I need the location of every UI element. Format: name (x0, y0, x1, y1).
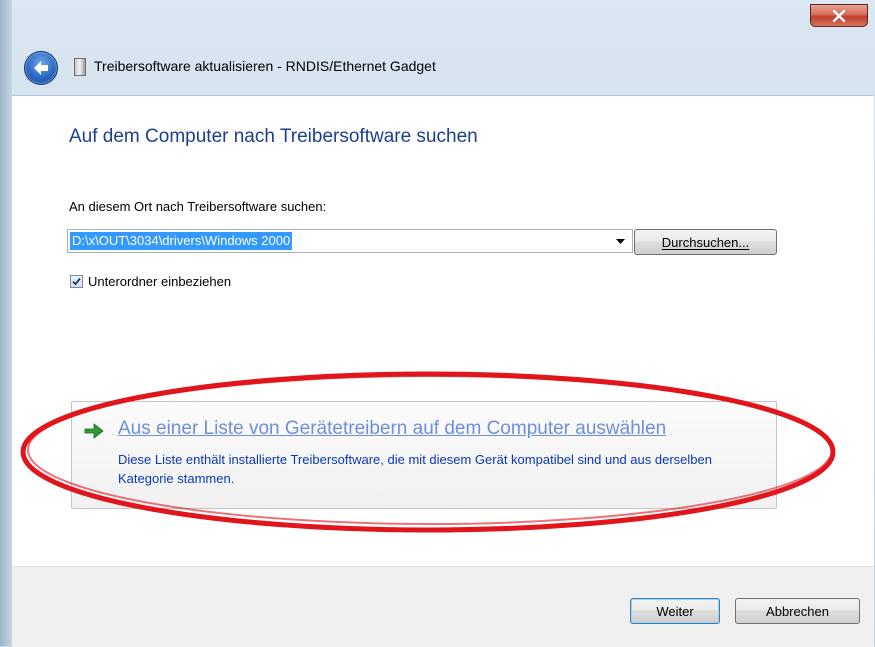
dialog-header: Treibersoftware aktualisieren - RNDIS/Et… (12, 48, 874, 94)
option-title-link[interactable]: Aus einer Liste von Gerätetreibern auf d… (118, 418, 666, 440)
back-arrow-icon (34, 61, 48, 75)
checkmark-icon (72, 277, 81, 286)
path-label: An diesem Ort nach Treibersoftware suche… (69, 199, 327, 214)
next-button-label: Weiter (656, 603, 694, 619)
back-button[interactable] (24, 51, 58, 85)
window-left-edge (0, 0, 12, 646)
green-arrow-icon (84, 423, 104, 439)
window-title: Treibersoftware aktualisieren - RNDIS/Et… (94, 58, 436, 74)
option-description: Diese Liste enthält installierte Treiber… (118, 452, 712, 486)
subfolder-checkbox[interactable] (70, 275, 83, 288)
subfolder-option[interactable]: Unterordner einbeziehen (70, 274, 231, 289)
close-icon (832, 9, 846, 22)
browse-button[interactable]: Durchsuchen... (634, 229, 777, 255)
page-title: Auf dem Computer nach Treibersoftware su… (69, 126, 478, 147)
cancel-button-label: Abbrechen (766, 603, 829, 619)
dialog-footer: Weiter Abbrechen (12, 566, 874, 647)
content-panel: Auf dem Computer nach Treibersoftware su… (12, 95, 874, 567)
close-button[interactable] (810, 4, 868, 27)
path-input[interactable]: D:\x\OUT\3034\drivers\Windows 2000 (70, 232, 293, 250)
next-button[interactable]: Weiter (630, 598, 720, 624)
browse-button-label: Durchsuchen... (661, 234, 750, 250)
cancel-button[interactable]: Abbrechen (735, 598, 860, 624)
dialog-window: Treibersoftware aktualisieren - RNDIS/Et… (0, 0, 875, 647)
pick-from-list-option[interactable]: Aus einer Liste von Gerätetreibern auf d… (71, 401, 777, 509)
path-combobox[interactable]: D:\x\OUT\3034\drivers\Windows 2000 (67, 229, 633, 253)
device-icon (74, 58, 86, 76)
chevron-down-icon[interactable] (612, 230, 628, 252)
subfolder-label: Unterordner einbeziehen (88, 274, 232, 289)
